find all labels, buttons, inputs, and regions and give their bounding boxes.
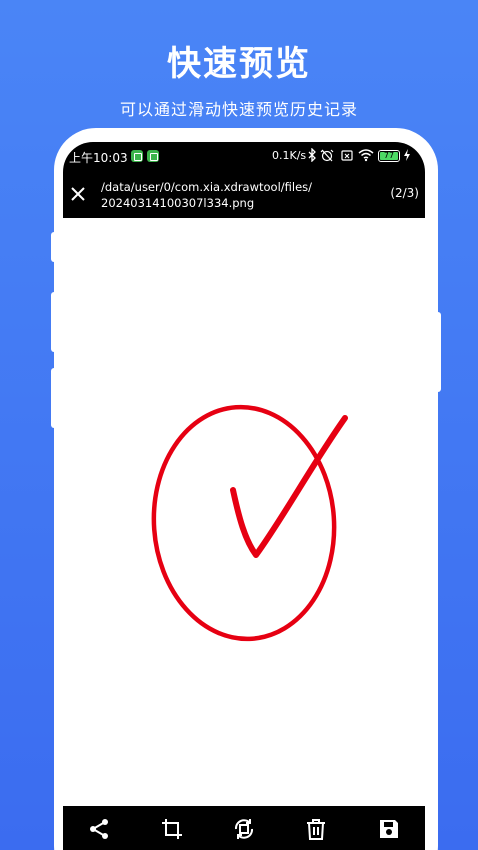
image-preview[interactable]: [63, 218, 425, 806]
preview-toolbar: /data/user/0/com.xia.xdrawtool/files/ 20…: [63, 170, 425, 218]
phone-side-button: [51, 292, 57, 352]
close-icon: [71, 187, 85, 201]
wifi-icon: [358, 149, 374, 162]
app-notification-icon: [131, 150, 143, 162]
net-speed: 0.1K/s: [272, 149, 307, 162]
sim-icon: [341, 150, 353, 161]
status-time: 上午10:03: [69, 151, 128, 165]
phone-power-button: [435, 312, 441, 392]
app-notification-icon: [147, 150, 159, 162]
action-bar: [63, 806, 425, 850]
rotate-button[interactable]: [229, 814, 259, 844]
share-button[interactable]: [84, 814, 114, 844]
phone-side-button: [51, 232, 57, 262]
drawing-image: [151, 404, 348, 642]
file-path-line2: 20240314100307l334.png: [101, 196, 255, 210]
hero-subtitle: 可以通过滑动快速预览历史记录: [119, 100, 358, 119]
crop-icon: [161, 819, 182, 839]
share-icon: [90, 819, 109, 839]
save-button[interactable]: [374, 814, 404, 844]
crop-button[interactable]: [157, 814, 187, 844]
phone-side-button: [51, 368, 57, 428]
bluetooth-icon: [308, 148, 316, 162]
delete-button[interactable]: [301, 814, 331, 844]
hero-title: 快速预览: [167, 44, 311, 84]
page-counter: (2/3): [390, 186, 419, 200]
phone-screen: 上午10:03 0.1K/s 77 /data/user/0/com.xia.x…: [63, 142, 425, 850]
close-button[interactable]: [66, 182, 90, 206]
status-bar: 上午10:03 0.1K/s 77: [63, 142, 425, 170]
delete-icon: [307, 819, 326, 840]
save-icon: [379, 820, 398, 838]
file-path-line1: /data/user/0/com.xia.xdrawtool/files/: [101, 180, 313, 194]
file-path: /data/user/0/com.xia.xdrawtool/files/ 20…: [101, 179, 312, 211]
battery-level: 77: [380, 152, 398, 160]
rotate-icon: [234, 819, 253, 839]
battery-icon: 77: [378, 150, 400, 162]
charging-icon: [404, 149, 410, 161]
alarm-off-icon: [320, 149, 334, 162]
